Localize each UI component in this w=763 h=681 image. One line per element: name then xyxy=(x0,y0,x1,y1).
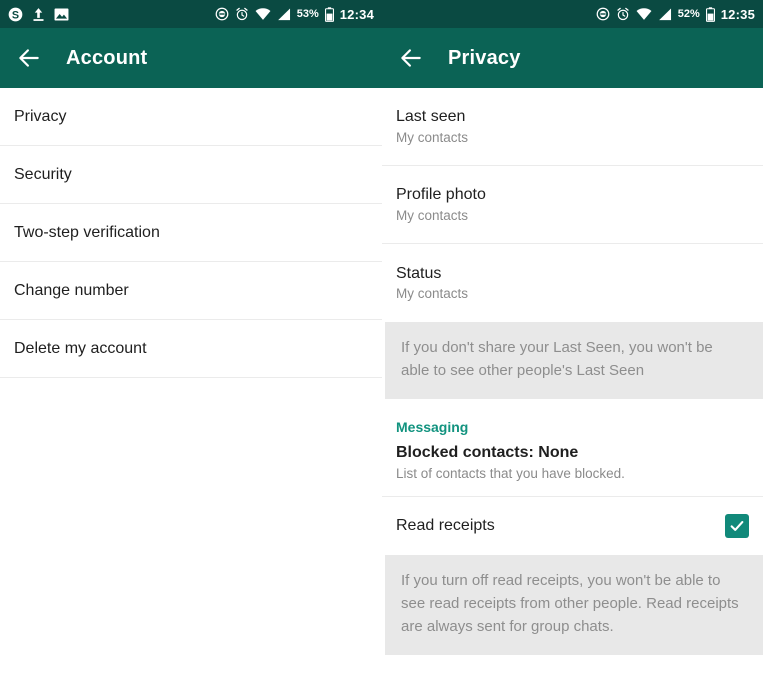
account-item-security[interactable]: Security xyxy=(0,146,382,204)
item-label: Change number xyxy=(14,281,129,299)
privacy-item-profile-photo[interactable]: Profile photo My contacts xyxy=(382,166,763,244)
image-icon xyxy=(54,7,69,21)
status-icons-right: 52% 12:35 xyxy=(596,6,755,22)
alarm-icon xyxy=(617,7,629,21)
item-label: Privacy xyxy=(14,107,67,125)
item-label: Two-step verification xyxy=(14,223,160,241)
privacy-item-read-receipts[interactable]: Read receipts xyxy=(382,496,763,555)
battery-percent: 52% xyxy=(677,7,700,20)
do-not-disturb-icon xyxy=(596,7,610,21)
back-arrow-icon[interactable] xyxy=(16,45,42,71)
read-receipts-checkbox[interactable] xyxy=(725,513,749,538)
account-settings-list: Privacy Security Two-step verification C… xyxy=(0,88,382,378)
signal-icon xyxy=(658,8,671,20)
status-icons-left: S xyxy=(8,7,69,22)
back-arrow-icon[interactable] xyxy=(398,45,424,71)
item-label: Read receipts xyxy=(396,517,495,535)
privacy-item-status[interactable]: Status My contacts xyxy=(382,244,763,322)
item-value: My contacts xyxy=(396,129,469,145)
svg-text:S: S xyxy=(12,9,19,21)
privacy-item-blocked-contacts[interactable]: Blocked contacts: None List of contacts … xyxy=(382,442,763,497)
item-value: My contacts xyxy=(396,207,469,223)
clock: 12:34 xyxy=(339,6,374,22)
do-not-disturb-icon xyxy=(215,7,229,21)
status-bar-right: 52% 12:35 xyxy=(382,0,763,28)
privacy-settings-list: Last seen My contacts Profile photo My c… xyxy=(382,88,763,322)
status-bar-left: S 53% 12:34 xyxy=(0,0,382,28)
account-screen: S 53% 12:34 Account Privacy Security Two… xyxy=(0,0,382,681)
clock: 12:35 xyxy=(720,6,755,22)
skype-icon: S xyxy=(8,7,23,21)
info-last-seen: If you don't share your Last Seen, you w… xyxy=(385,322,763,399)
item-label: Delete my account xyxy=(14,339,147,357)
status-icons-right: 53% 12:34 xyxy=(215,6,374,22)
privacy-screen: 52% 12:35 Privacy Last seen My contacts xyxy=(382,0,763,681)
toolbar-privacy: Privacy xyxy=(382,28,763,88)
account-item-privacy[interactable]: Privacy xyxy=(0,88,382,146)
signal-icon xyxy=(277,8,290,20)
item-label: Profile photo xyxy=(396,186,486,204)
item-subtitle: List of contacts that you have blocked. xyxy=(396,465,625,481)
item-label: Status xyxy=(396,264,442,282)
wifi-icon xyxy=(255,7,271,20)
account-item-two-step-verification[interactable]: Two-step verification xyxy=(0,204,382,262)
battery-percent: 53% xyxy=(296,7,319,20)
item-label: Blocked contacts: None xyxy=(396,443,579,461)
upload-icon xyxy=(33,7,44,21)
privacy-item-last-seen[interactable]: Last seen My contacts xyxy=(382,88,763,166)
account-item-delete-my-account[interactable]: Delete my account xyxy=(0,320,382,378)
battery-icon xyxy=(324,6,334,22)
toolbar-account: Account xyxy=(0,28,382,88)
section-header-messaging: Messaging xyxy=(382,398,763,443)
dual-screenshot: S 53% 12:34 Account Privacy Security Two… xyxy=(0,0,763,681)
alarm-icon xyxy=(236,7,248,21)
item-label: Last seen xyxy=(396,108,466,126)
battery-icon xyxy=(705,6,715,22)
item-value: My contacts xyxy=(396,286,469,301)
item-label: Security xyxy=(14,165,72,183)
info-read-receipts: If you turn off read receipts, you won't… xyxy=(385,554,763,655)
wifi-icon xyxy=(636,7,652,20)
account-item-change-number[interactable]: Change number xyxy=(0,262,382,320)
check-icon xyxy=(730,520,744,531)
page-title: Privacy xyxy=(448,46,521,69)
page-title: Account xyxy=(66,46,148,69)
